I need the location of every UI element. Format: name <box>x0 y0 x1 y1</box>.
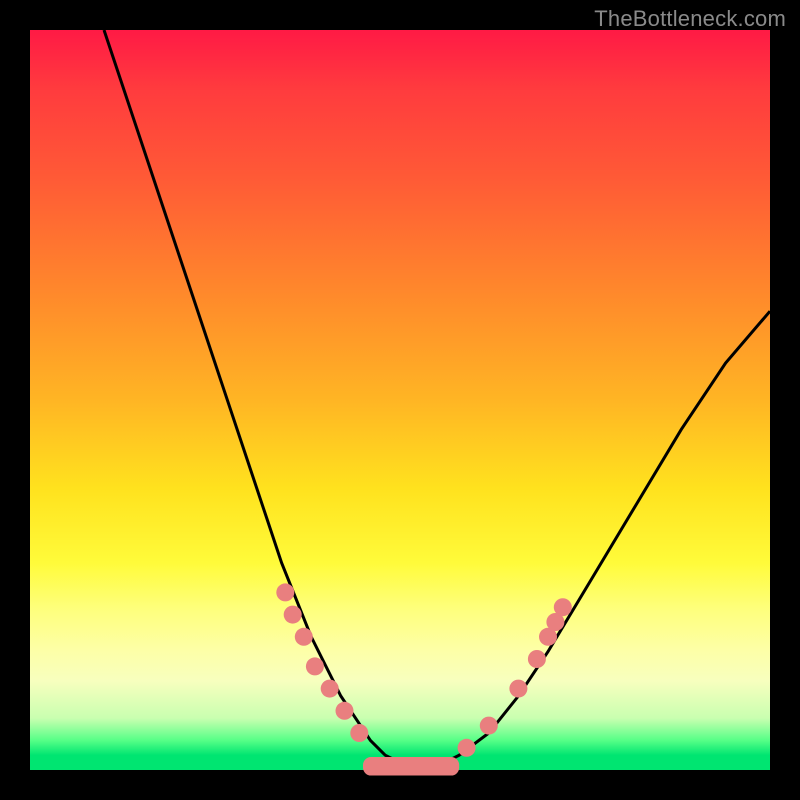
bottleneck-curve <box>104 30 770 766</box>
marker-dot <box>295 628 313 646</box>
marker-dot <box>284 606 302 624</box>
curve-layer <box>30 30 770 770</box>
marker-dot <box>528 650 546 668</box>
watermark-text: TheBottleneck.com <box>594 6 786 32</box>
marker-dot <box>350 724 368 742</box>
marker-dot <box>509 680 527 698</box>
marker-dot <box>458 739 476 757</box>
valley-ribbon <box>363 757 459 776</box>
marker-dot <box>276 583 294 601</box>
marker-dot <box>480 717 498 735</box>
markers-right <box>458 598 572 757</box>
marker-dot <box>321 680 339 698</box>
chart-frame: TheBottleneck.com <box>0 0 800 800</box>
marker-dot <box>306 657 324 675</box>
marker-dot <box>554 598 572 616</box>
marker-dot <box>336 702 354 720</box>
plot-area <box>30 30 770 770</box>
